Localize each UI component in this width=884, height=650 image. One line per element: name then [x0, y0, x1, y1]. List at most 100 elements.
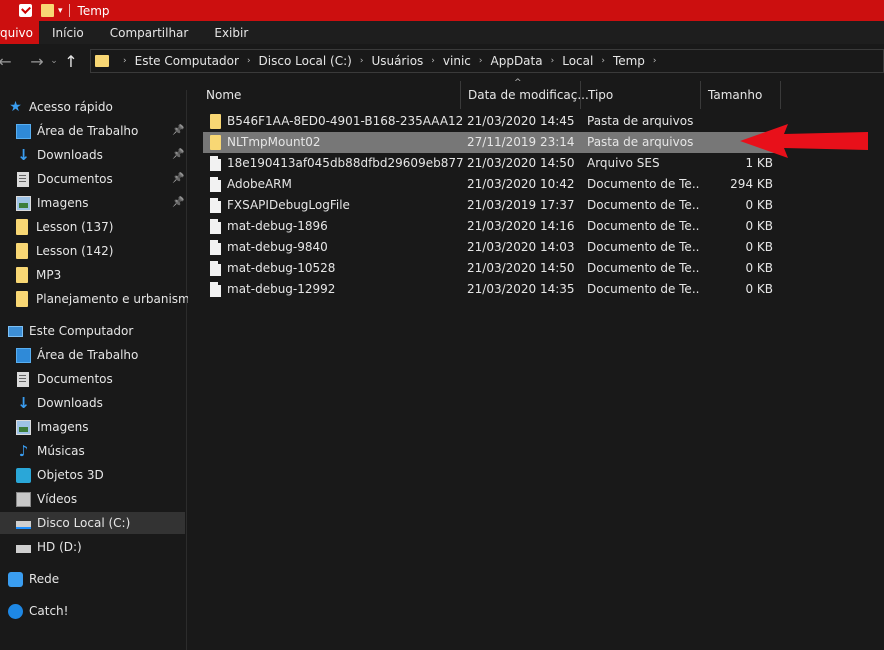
tab-exibir[interactable]: Exibir [201, 21, 261, 44]
sidebar-item[interactable]: MP3 [0, 264, 185, 286]
address-bar[interactable]: › Este Computador › Disco Local (C:) › Usuári… [90, 49, 884, 73]
sidebar-item-label: Objetos 3D [37, 468, 104, 482]
table-row[interactable]: AdobeARM 21/03/2020 10:42 Documento de Te.… [203, 174, 777, 195]
table-row[interactable]: NLTmpMount02 27/11/2019 23:14 Pasta de arq… [203, 132, 777, 153]
video-icon [16, 491, 31, 507]
up-arrow-icon[interactable]: ↑ [60, 52, 82, 71]
sidebar-item-label: Downloads [37, 148, 103, 162]
table-row[interactable]: 18e190413af045db88dfbd29609eb877.db.... 2… [203, 153, 777, 174]
recent-locations-chevron-icon[interactable]: ⌄ [48, 56, 60, 66]
sidebar-item[interactable]: Objetos 3D [0, 464, 185, 486]
desktop-icon [16, 347, 31, 363]
folder-icon [16, 219, 28, 235]
file-name: mat-debug-1896 [227, 219, 328, 233]
breadcrumb-chevron-icon[interactable]: › [601, 56, 605, 66]
sidebar-item[interactable]: ↓ Downloads [0, 392, 185, 414]
table-row[interactable]: mat-debug-1896 21/03/2020 14:16 Documento … [203, 216, 777, 237]
file-date: 21/03/2020 10:42 [467, 177, 575, 191]
tab-inicio[interactable]: Início [39, 21, 97, 44]
breadcrumb-chevron-icon[interactable]: › [123, 56, 127, 66]
folder-icon [16, 243, 28, 259]
breadcrumb-chevron-icon[interactable]: › [247, 56, 251, 66]
breadcrumb-chevron-icon[interactable]: › [479, 56, 483, 66]
properties-check-icon[interactable] [19, 4, 32, 17]
sidebar-item[interactable]: Este Computador [0, 320, 185, 342]
sidebar-item-label: Lesson (142) [36, 244, 114, 258]
sidebar-item-label: Área de Trabalho [37, 124, 139, 138]
breadcrumb-item[interactable]: vinic [443, 54, 471, 68]
column-header-size[interactable]: Tamanho [701, 81, 781, 109]
document-icon [17, 171, 29, 187]
pin-icon[interactable]: 📌 [172, 173, 184, 184]
annotation-arrow-icon [740, 124, 868, 158]
sidebar-item[interactable]: Documentos 📌 [0, 168, 185, 190]
text-file-icon [210, 240, 221, 255]
sidebar-item[interactable]: Lesson (142) [0, 240, 185, 262]
pin-icon[interactable]: 📌 [172, 125, 184, 136]
text-file-icon [210, 261, 221, 276]
sidebar-item[interactable]: Rede [0, 568, 185, 590]
breadcrumb-chevron-icon[interactable]: › [551, 56, 555, 66]
tab-arquivo[interactable]: Arquivo [0, 21, 39, 44]
breadcrumb-chevron-icon[interactable]: › [360, 56, 364, 66]
new-folder-icon[interactable] [41, 4, 54, 17]
pin-icon[interactable]: 📌 [172, 149, 184, 160]
sidebar-item-label: MP3 [36, 268, 62, 282]
folder-icon [16, 291, 28, 307]
tab-compartilhar[interactable]: Compartilhar [97, 21, 202, 44]
file-type: Documento de Te... [587, 177, 699, 191]
sidebar-item[interactable]: ↓ Downloads 📌 [0, 144, 185, 166]
sidebar-item[interactable]: Área de Trabalho 📌 [0, 120, 185, 142]
table-row[interactable]: mat-debug-12992 21/03/2020 14:35 Documento… [203, 279, 777, 300]
sidebar-item-label: Este Computador [29, 324, 134, 338]
breadcrumb-item[interactable]: Este Computador [135, 54, 239, 68]
sidebar-item[interactable]: Vídeos [0, 488, 185, 510]
sidebar-item[interactable]: ♪ Músicas [0, 440, 185, 462]
column-header-type[interactable]: Tipo [581, 81, 701, 109]
sidebar-item[interactable]: Imagens [0, 416, 185, 438]
pin-icon[interactable]: 📌 [172, 197, 184, 208]
breadcrumb-item[interactable]: AppData [491, 54, 543, 68]
forward-arrow-icon[interactable]: → [26, 52, 48, 71]
file-size: 0 KB [745, 240, 773, 254]
text-file-icon [210, 282, 221, 297]
sidebar-item-label: Lesson (137) [36, 220, 114, 234]
sidebar-item[interactable]: ★ Acesso rápido [0, 96, 185, 118]
back-arrow-icon[interactable]: ← [0, 52, 16, 71]
3d-objects-icon [16, 467, 31, 483]
quick-access-toolbar-dropdown-icon[interactable]: ▾ [58, 6, 63, 16]
sidebar-item[interactable]: Imagens 📌 [0, 192, 185, 214]
breadcrumb-chevron-icon[interactable]: › [653, 56, 657, 66]
table-row[interactable]: B546F1AA-8ED0-4901-B168-235AAA12E755 21/0… [203, 111, 777, 132]
sidebar-item[interactable]: Área de Trabalho [0, 344, 185, 366]
table-row[interactable]: FXSAPIDebugLogFile 21/03/2019 17:37 Docume… [203, 195, 777, 216]
breadcrumb-item[interactable]: Usuários [371, 54, 423, 68]
sidebar-item[interactable]: Planejamento e urbanismo [0, 288, 197, 310]
address-folder-icon [95, 55, 109, 67]
column-header-name[interactable]: Nome [199, 81, 461, 109]
download-icon: ↓ [17, 393, 30, 412]
sidebar-item-label: Planejamento e urbanismo [36, 292, 198, 306]
file-size: 0 KB [745, 198, 773, 212]
breadcrumb-item[interactable]: Local [562, 54, 593, 68]
sidebar-item[interactable]: Lesson (137) [0, 216, 185, 238]
sidebar-item[interactable]: Catch! [0, 600, 185, 622]
sidebar-item[interactable]: HD (D:) [0, 536, 185, 558]
file-icon [210, 156, 221, 171]
table-row[interactable]: mat-debug-10528 21/03/2020 14:50 Documento… [203, 258, 777, 279]
title-separator [68, 4, 70, 17]
hard-drive-icon [16, 545, 31, 553]
breadcrumb-item[interactable]: Temp [613, 54, 645, 68]
sidebar-item[interactable]: Disco Local (C:) [0, 512, 185, 534]
breadcrumb-item[interactable]: Disco Local (C:) [259, 54, 352, 68]
catch-icon [8, 603, 23, 619]
sidebar-item-label: Vídeos [37, 492, 78, 506]
breadcrumb-chevron-icon[interactable]: › [431, 56, 435, 66]
pictures-icon [16, 419, 31, 435]
sidebar-item-label: HD (D:) [37, 540, 82, 554]
table-row[interactable]: mat-debug-9840 21/03/2020 14:03 Documento … [203, 237, 777, 258]
file-size: 0 KB [745, 261, 773, 275]
sidebar-item[interactable]: Documentos [0, 368, 185, 390]
column-header-date[interactable]: Data de modificaç... [461, 81, 589, 109]
document-icon [17, 371, 29, 387]
